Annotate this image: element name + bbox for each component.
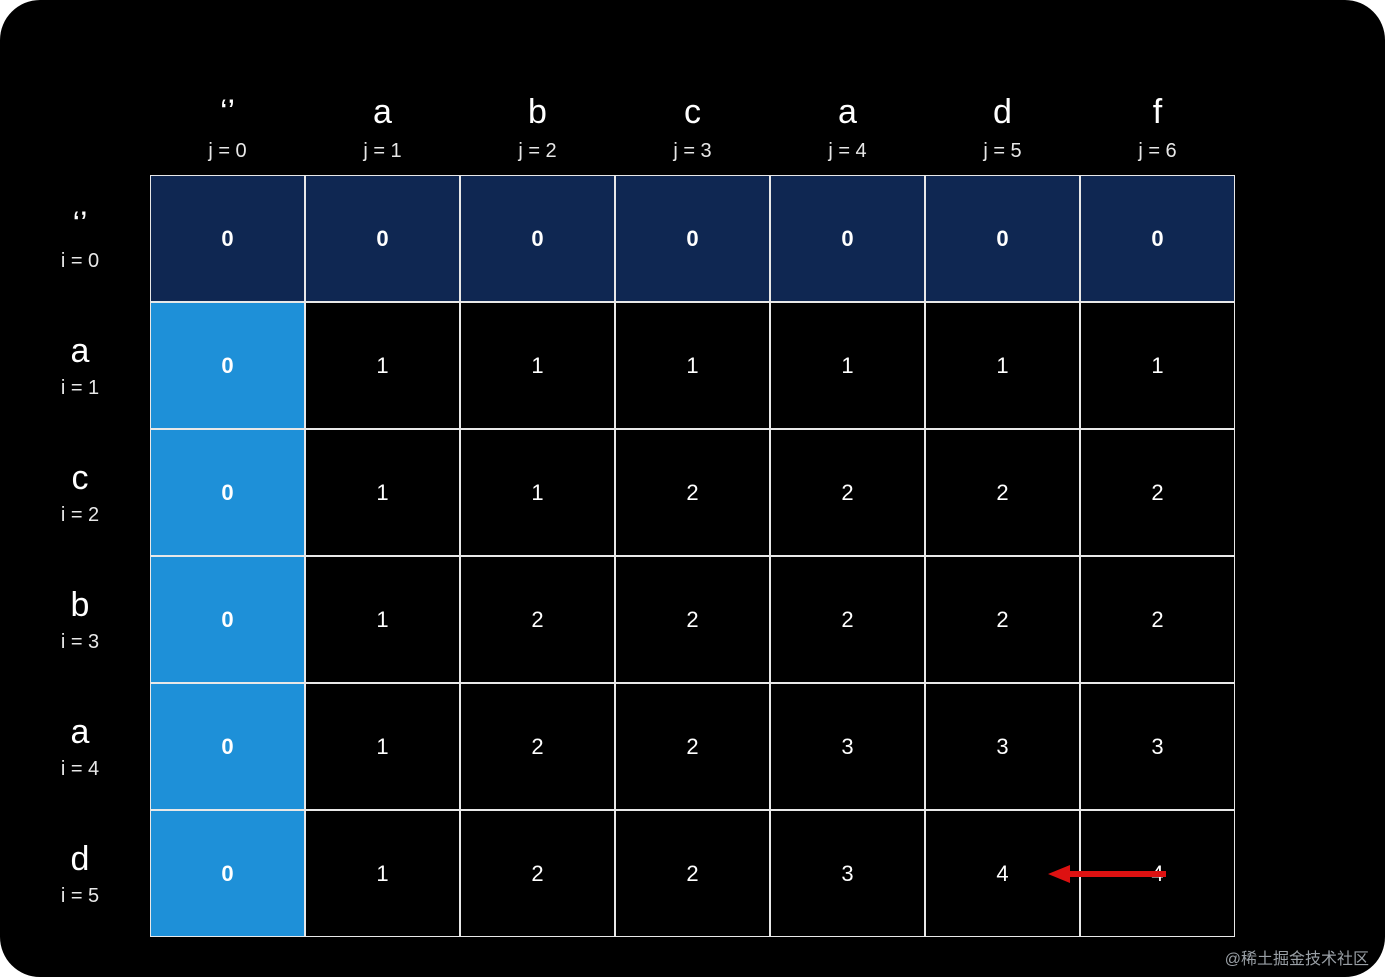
dp-cell: 3 (1080, 683, 1235, 810)
dp-cell: 0 (150, 302, 305, 429)
dp-cell: 0 (925, 175, 1080, 302)
col-header: a j = 1 (305, 55, 460, 175)
dp-cell: 1 (460, 302, 615, 429)
col-header: c j = 3 (615, 55, 770, 175)
dp-table: ‘’ j = 0 a j = 1 b j = 2 c j = 3 a j = 4 d j = 5 f j … (10, 55, 1235, 937)
dp-cell: 1 (925, 302, 1080, 429)
row-header-char: d (71, 840, 90, 879)
dp-cell: 0 (150, 683, 305, 810)
dp-cell: 1 (305, 810, 460, 937)
col-header-char: a (838, 93, 857, 132)
dp-cell: 3 (770, 683, 925, 810)
col-header-index: j = 1 (363, 140, 401, 163)
col-header-char: ‘’ (220, 93, 235, 132)
dp-cell: 1 (305, 556, 460, 683)
dp-cell: 2 (925, 429, 1080, 556)
dp-cell: 2 (460, 810, 615, 937)
dp-cell: 2 (615, 683, 770, 810)
col-header-index: j = 2 (518, 140, 556, 163)
dp-cell: 2 (615, 556, 770, 683)
col-header: d j = 5 (925, 55, 1080, 175)
dp-cell: 4 (1080, 810, 1235, 937)
dp-cell: 2 (770, 556, 925, 683)
row-header-char: a (71, 713, 90, 752)
col-header-char: c (684, 93, 701, 132)
dp-cell: 2 (1080, 556, 1235, 683)
dp-cell: 0 (770, 175, 925, 302)
dp-cell: 3 (925, 683, 1080, 810)
dp-cell: 3 (770, 810, 925, 937)
dp-cell: 1 (305, 683, 460, 810)
row-header: a i = 4 (10, 683, 150, 810)
col-header-index: j = 6 (1138, 140, 1176, 163)
col-header: a j = 4 (770, 55, 925, 175)
dp-cell: 2 (1080, 429, 1235, 556)
corner-blank (10, 55, 150, 175)
col-header-char: d (993, 93, 1012, 132)
dp-cell: 0 (150, 429, 305, 556)
dp-cell: 4 (925, 810, 1080, 937)
dp-cell: 2 (460, 556, 615, 683)
row-header: c i = 2 (10, 429, 150, 556)
row-header-index: i = 4 (61, 758, 99, 781)
col-header-index: j = 4 (828, 140, 866, 163)
row-header-index: i = 0 (61, 250, 99, 273)
dp-cell: 0 (305, 175, 460, 302)
dp-cell: 0 (1080, 175, 1235, 302)
row-header-index: i = 3 (61, 631, 99, 654)
dp-cell: 2 (615, 429, 770, 556)
dp-cell: 0 (150, 556, 305, 683)
row-header-char: c (72, 459, 89, 498)
dp-cell: 2 (925, 556, 1080, 683)
row-header-char: b (71, 586, 90, 625)
row-header-index: i = 1 (61, 377, 99, 400)
dp-cell: 0 (460, 175, 615, 302)
dp-cell: 1 (1080, 302, 1235, 429)
row-header-index: i = 2 (61, 504, 99, 527)
row-header: d i = 5 (10, 810, 150, 937)
col-header-index: j = 5 (983, 140, 1021, 163)
row-header: ‘’ i = 0 (10, 175, 150, 302)
dp-cell: 1 (460, 429, 615, 556)
col-header: f j = 6 (1080, 55, 1235, 175)
dp-cell: 0 (150, 175, 305, 302)
dp-cell: 2 (460, 683, 615, 810)
dp-cell: 1 (615, 302, 770, 429)
dp-cell: 1 (305, 302, 460, 429)
col-header-char: a (373, 93, 392, 132)
dp-cell: 2 (770, 429, 925, 556)
col-header-index: j = 3 (673, 140, 711, 163)
dp-cell: 0 (150, 810, 305, 937)
col-header-char: f (1153, 93, 1162, 132)
col-header: ‘’ j = 0 (150, 55, 305, 175)
row-header-char: a (71, 332, 90, 371)
col-header-index: j = 0 (208, 140, 246, 163)
col-header: b j = 2 (460, 55, 615, 175)
watermark-text: @稀土掘金技术社区 (1225, 945, 1369, 969)
dp-cell: 1 (770, 302, 925, 429)
row-header: a i = 1 (10, 302, 150, 429)
dp-cell: 0 (615, 175, 770, 302)
col-header-char: b (528, 93, 547, 132)
row-header: b i = 3 (10, 556, 150, 683)
dp-cell: 2 (615, 810, 770, 937)
dp-cell: 1 (305, 429, 460, 556)
row-header-char: ‘’ (72, 205, 87, 244)
diagram-canvas: ‘’ j = 0 a j = 1 b j = 2 c j = 3 a j = 4 d j = 5 f j … (0, 0, 1385, 977)
row-header-index: i = 5 (61, 885, 99, 908)
